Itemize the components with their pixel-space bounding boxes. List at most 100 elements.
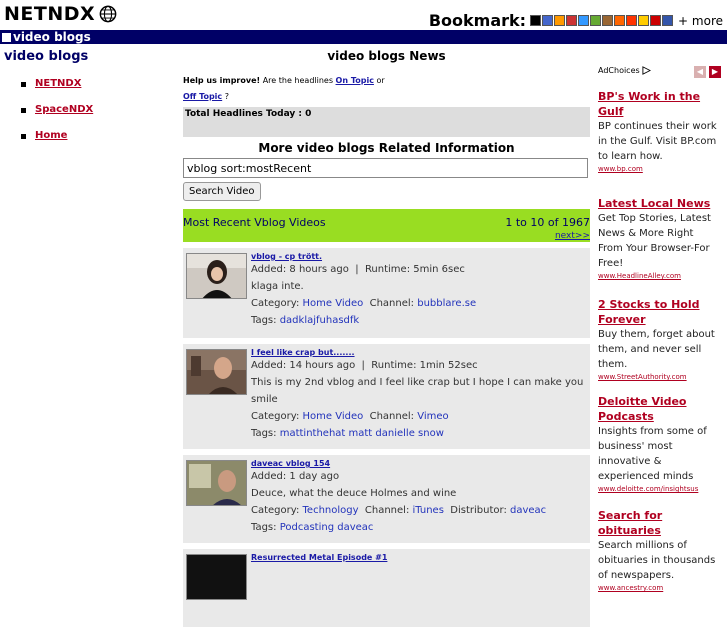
on-topic-link[interactable]: On Topic <box>336 76 374 85</box>
video-category-row: Category: Home Video Channel: bubblare.s… <box>251 295 590 312</box>
tags-label: Tags: <box>251 522 277 533</box>
ad-title[interactable]: Latest Local News <box>598 196 720 211</box>
category-label: Category: <box>251 411 300 422</box>
category-label: Category: <box>251 298 300 309</box>
video-meta: Added: 14 hours ago | Runtime: 1min 52se… <box>251 360 478 371</box>
video-thumbnail-image <box>187 461 246 505</box>
total-headlines: Total Headlines Today : 0 <box>183 107 590 137</box>
sidebar-link-spacendx[interactable]: SpaceNDX <box>35 104 93 115</box>
video-thumbnail[interactable] <box>186 253 247 299</box>
ad-url[interactable]: www.HeadlineAlley.com <box>598 271 720 281</box>
off-topic-link[interactable]: Off Topic <box>183 92 222 101</box>
bookmark-service-icon[interactable] <box>614 15 626 26</box>
related-title: More video blogs Related Information <box>258 141 515 155</box>
tags-link[interactable]: dadklajfuhasdfk <box>280 315 360 326</box>
bookmark-service-icon[interactable] <box>626 15 638 26</box>
channel-link[interactable]: iTunes <box>413 505 444 516</box>
ad-description: Buy them, forget about them, and never s… <box>598 329 715 370</box>
bookmark-service-icon[interactable] <box>650 15 662 26</box>
bookmark-service-icon[interactable] <box>590 15 602 26</box>
video-added: Added: 14 hours ago <box>251 360 356 371</box>
search-video-button[interactable]: Search Video <box>183 182 261 201</box>
help-or: or <box>373 76 385 85</box>
tags-link[interactable]: Podcasting daveac <box>280 522 374 533</box>
bookmark-service-icon[interactable] <box>602 15 614 26</box>
channel-label: Channel: <box>364 505 410 516</box>
logo-text: NETNDX <box>4 3 96 25</box>
video-description: klaga inte. <box>251 281 304 292</box>
bookmark-more-link[interactable]: + more <box>678 14 723 28</box>
ad-description: BP continues their work in the Gulf. Vis… <box>598 121 717 162</box>
video-thumbnail[interactable] <box>186 554 247 600</box>
globe-icon <box>99 5 117 23</box>
bookmark-icons <box>530 15 674 26</box>
category-link[interactable]: Technology <box>303 505 359 516</box>
sidebar-link-home[interactable]: Home <box>35 130 67 141</box>
section-label: video blogs <box>13 30 91 44</box>
ad-title[interactable]: BP's Work in the Gulf <box>598 89 720 119</box>
close-icon[interactable] <box>2 33 11 42</box>
channel-link[interactable]: Vimeo <box>417 411 448 422</box>
next-link[interactable]: next>> <box>555 231 590 241</box>
video-title-link[interactable]: I feel like crap but....... <box>251 348 355 357</box>
video-thumbnail-image <box>187 254 246 298</box>
ad-title[interactable]: 2 Stocks to Hold Forever <box>598 297 720 327</box>
tags-label: Tags: <box>251 428 277 439</box>
section-navbar: video blogs <box>0 30 727 44</box>
sidebar: video blogs NETNDX SpaceNDX Home <box>0 44 180 156</box>
video-added: Added: 1 day ago <box>251 471 340 482</box>
adchoices-label: AdChoices <box>598 66 640 75</box>
sidebar-link-netndx[interactable]: NETNDX <box>35 78 81 89</box>
ad-url[interactable]: www.ancestry.com <box>598 583 720 593</box>
bookmark-service-icon[interactable] <box>638 15 650 26</box>
category-link[interactable]: Home Video <box>303 298 364 309</box>
video-runtime: Runtime: 5min 6sec <box>364 264 465 275</box>
page-title: video blogs News <box>327 49 446 63</box>
bookmark-service-icon[interactable] <box>578 15 590 26</box>
bookmark-service-icon[interactable] <box>530 15 542 26</box>
ad-url[interactable]: www.bp.com <box>598 164 720 174</box>
video-item: daveac vblog 154 Added: 1 day ago Deuce,… <box>183 453 590 543</box>
channel-label: Channel: <box>369 298 415 309</box>
ad-title[interactable]: Search for obituaries <box>598 508 720 538</box>
bookmark-service-icon[interactable] <box>662 15 674 26</box>
video-title-link[interactable]: daveac vblog 154 <box>251 459 330 468</box>
bookmark-service-icon[interactable] <box>566 15 578 26</box>
video-added: Added: 8 hours ago <box>251 264 349 275</box>
bookmark-label: Bookmark: <box>428 11 527 30</box>
video-tags-row: Tags: mattinthehat matt danielle snow <box>251 425 590 442</box>
tags-link[interactable]: mattinthehat matt danielle snow <box>280 428 444 439</box>
video-thumbnail[interactable] <box>186 349 247 395</box>
category-label: Category: <box>251 505 300 516</box>
video-thumbnail[interactable] <box>186 460 247 506</box>
ad-description: Get Top Stories, Latest News & More Righ… <box>598 213 711 269</box>
video-meta: Added: 8 hours ago | Runtime: 5min 6sec <box>251 264 465 275</box>
video-tags-row: Tags: dadklajfuhasdfk <box>251 312 590 329</box>
video-description: This is my 2nd vblog and I feel like cra… <box>251 377 584 405</box>
ad-next-icon[interactable]: ▶ <box>709 66 721 78</box>
distributor-link[interactable]: daveac <box>510 505 546 516</box>
video-title-link[interactable]: vblog - cp trött. <box>251 252 322 261</box>
search-input[interactable] <box>183 158 588 178</box>
category-link[interactable]: Home Video <box>303 411 364 422</box>
recent-title: Most Recent Vblog Videos <box>183 216 326 229</box>
video-category-row: Category: Technology Channel: iTunes Dis… <box>251 502 590 519</box>
recent-count: 1 to 10 of 1967 <box>505 216 590 229</box>
ad-title[interactable]: Deloitte Video Podcasts <box>598 394 720 424</box>
ad-prev-icon[interactable]: ◀ <box>694 66 706 78</box>
sidebar-list: NETNDX SpaceNDX Home <box>0 78 180 156</box>
ad-url[interactable]: www.StreetAuthority.com <box>598 372 720 382</box>
ad-item: Latest Local News Get Top Stories, Lates… <box>598 196 720 281</box>
site-logo[interactable]: NETNDX <box>4 3 117 25</box>
video-runtime: Runtime: 1min 52sec <box>371 360 478 371</box>
sidebar-item-spacendx: SpaceNDX <box>0 104 180 130</box>
ad-item: Deloitte Video Podcasts Insights from so… <box>598 394 720 494</box>
help-suffix: ? <box>222 92 229 101</box>
channel-link[interactable]: bubblare.se <box>417 298 476 309</box>
ad-url[interactable]: www.deloitte.com/insightsus <box>598 484 720 494</box>
video-thumbnail-image <box>187 350 246 394</box>
bookmark-service-icon[interactable] <box>554 15 566 26</box>
bookmark-service-icon[interactable] <box>542 15 554 26</box>
video-title-link[interactable]: Resurrected Metal Episode #1 <box>251 553 387 562</box>
video-item: Resurrected Metal Episode #1 <box>183 547 590 627</box>
